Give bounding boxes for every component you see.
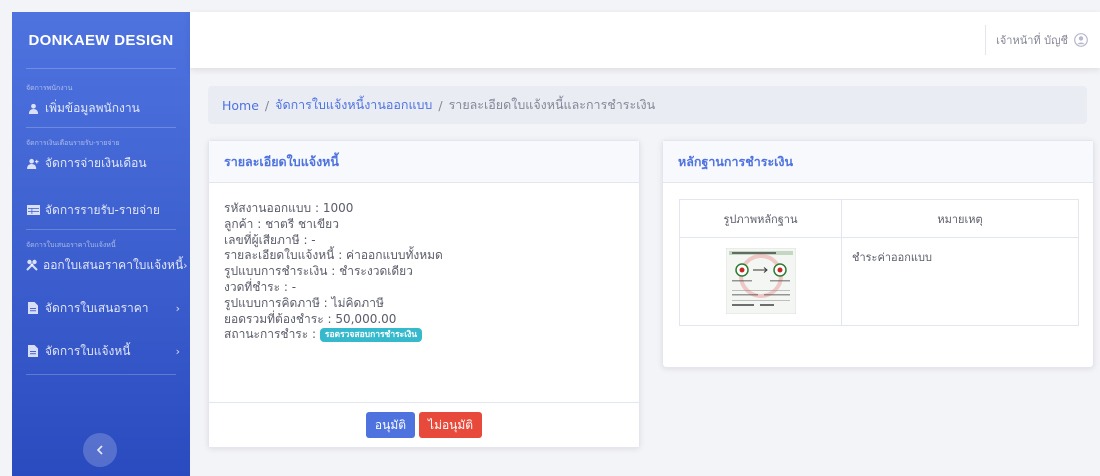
document-icon xyxy=(26,345,40,357)
tools-icon xyxy=(26,259,38,271)
sidebar-item-manage-quotations[interactable]: จัดการใบเสนอราคา › xyxy=(12,295,190,321)
card-title: รายละเอียดใบแจ้งหนี้ xyxy=(209,141,639,183)
sidebar-item-label: เพิ่มข้อมูลพนักงาน xyxy=(45,100,140,115)
card-title: หลักฐานการชำระเงิน xyxy=(663,141,1093,183)
sidebar-item-manage-invoices[interactable]: จัดการใบแจ้งหนี้ › xyxy=(12,338,190,364)
invoice-details: รหัสงานออกแบบ : 1000 ลูกค้า : ชาตรี ชาเข… xyxy=(209,183,639,343)
breadcrumb-home[interactable]: Home xyxy=(222,98,259,113)
reject-button[interactable]: ไม่อนุมัติ xyxy=(419,412,483,438)
detail-row-total: ยอดรวมที่ต้องชำระ : 50,000.00 xyxy=(224,311,397,326)
sidebar-item-payroll[interactable]: จัดการจ่ายเงินเดือน xyxy=(12,150,190,176)
breadcrumb-current: รายละเอียดใบแจ้งหนี้และการชำระเงิน xyxy=(448,97,656,112)
payment-proof-card: หลักฐานการชำระเงิน รูปภาพหลักฐาน หมายเหต… xyxy=(662,140,1094,368)
user-name: เจ้าหน้าที่ บัญชี xyxy=(996,34,1068,47)
breadcrumb: Home / จัดการใบแจ้งหนี้งานออกแบบ / รายละ… xyxy=(208,86,1087,124)
sidebar-item-label: จัดการจ่ายเงินเดือน xyxy=(45,155,147,170)
detail-row-status: สถานะการชำระ : รอตรวจสอบการชำระเงิน xyxy=(224,327,624,343)
user-icon xyxy=(26,102,40,114)
breadcrumb-separator: / xyxy=(264,97,270,113)
table-row: ชำระค่าออกแบบ xyxy=(679,237,1079,326)
column-header-image: รูปภาพหลักฐาน xyxy=(679,199,842,238)
approve-button[interactable]: อนุมัติ xyxy=(365,412,416,438)
sidebar: DONKAEW DESIGN จัดการพนักงาน เพิ่มข้อมูล… xyxy=(12,12,190,476)
sidebar-item-add-employee[interactable]: เพิ่มข้อมูลพนักงาน xyxy=(12,95,190,121)
sidebar-divider xyxy=(26,374,176,375)
user-plus-icon xyxy=(26,157,40,169)
column-header-note: หมายเหตุ xyxy=(841,199,1079,238)
detail-row-design-code: รหัสงานออกแบบ : 1000 xyxy=(224,201,354,215)
detail-row-tax-id: เลขที่ผู้เสียภาษี : - xyxy=(224,232,316,247)
detail-row-payment-type: รูปแบบการชำระเงิน : ชำระงวดเดียว xyxy=(224,264,413,279)
chevron-right-icon: › xyxy=(175,344,180,358)
breadcrumb-separator: / xyxy=(438,97,443,113)
proof-image-cell xyxy=(679,237,842,326)
sidebar-item-label: จัดการรายรับ-รายจ่าย xyxy=(45,202,160,217)
chevron-right-icon: › xyxy=(175,301,180,315)
card-footer: อนุมัติ ไม่อนุมัติ xyxy=(209,402,639,447)
sidebar-item-issue-quotation[interactable]: ออกใบเสนอราคาใบแจ้งหนี้ › xyxy=(12,252,190,278)
sidebar-item-label: จัดการใบเสนอราคา xyxy=(45,300,149,315)
sidebar-item-label: จัดการใบแจ้งหนี้ xyxy=(45,343,131,358)
topbar-divider xyxy=(985,25,986,55)
chevron-right-icon: › xyxy=(183,258,188,272)
sidebar-item-income-expense[interactable]: จัดการรายรับ-รายจ่าย xyxy=(12,197,190,223)
table-icon xyxy=(26,204,40,216)
brand-logo[interactable]: DONKAEW DESIGN xyxy=(12,12,190,68)
document-icon xyxy=(26,302,40,314)
sidebar-heading-quotations: จัดการใบเสนอราคาใบแจ้งหนี้ xyxy=(26,241,116,249)
chevron-left-icon xyxy=(96,445,103,455)
payment-slip-thumbnail[interactable] xyxy=(725,248,796,314)
sidebar-heading-employees: จัดการพนักงาน xyxy=(26,84,73,92)
sidebar-item-label: ออกใบเสนอราคาใบแจ้งหนี้ xyxy=(43,257,184,272)
user-menu[interactable]: เจ้าหน้าที่ บัญชี xyxy=(996,12,1088,68)
sidebar-toggle-button[interactable] xyxy=(83,433,117,467)
detail-row-customer: ลูกค้า : ชาตรี ชาเขียว xyxy=(224,216,339,231)
proof-note-cell: ชำระค่าออกแบบ xyxy=(841,237,1079,326)
detail-row-description: รายละเอียดใบแจ้งหนี้ : ค่าออกแบบทั้งหมด xyxy=(224,248,443,263)
user-circle-icon xyxy=(1074,33,1088,47)
status-badge: รอตรวจสอบการชำระเงิน xyxy=(319,327,423,342)
topbar: เจ้าหน้าที่ บัญชี xyxy=(190,12,1100,68)
proof-table: รูปภาพหลักฐาน หมายเหตุ ชำระค่าออกแบบ xyxy=(679,199,1079,326)
detail-row-tax-type: รูปแบบการคิดภาษี : ไม่คิดภาษี xyxy=(224,295,384,310)
breadcrumb-invoice-management[interactable]: จัดการใบแจ้งหนี้งานออกแบบ xyxy=(275,95,432,115)
detail-row-installment: งวดที่ชำระ : - xyxy=(224,279,297,294)
sidebar-heading-payroll: จัดการเงินเดือนรายรับ-รายจ่าย xyxy=(26,139,120,147)
invoice-details-card: รายละเอียดใบแจ้งหนี้ รหัสงานออกแบบ : 100… xyxy=(208,140,640,448)
